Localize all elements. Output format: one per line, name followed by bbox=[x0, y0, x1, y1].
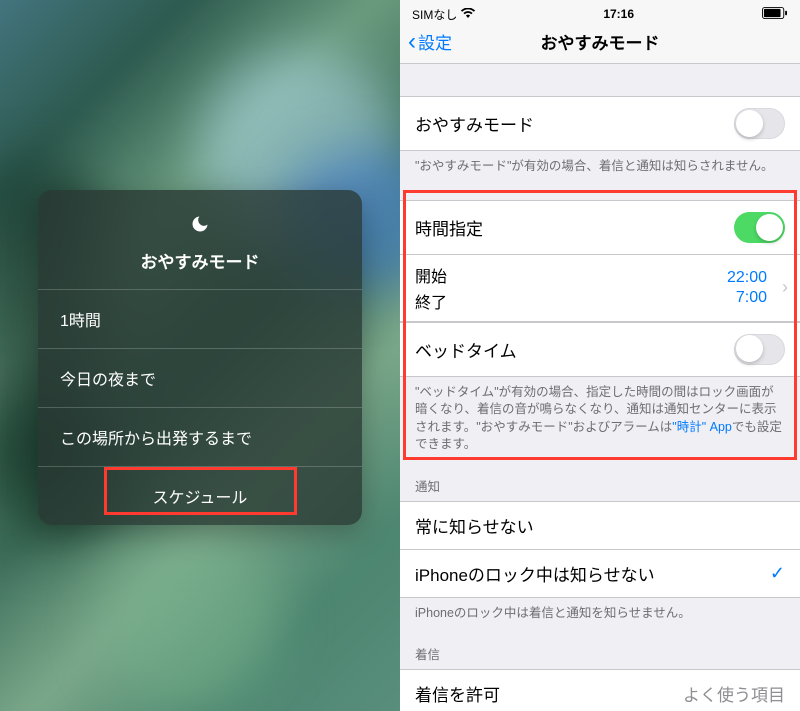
nav-title: おやすみモード bbox=[541, 29, 660, 54]
dnd-label: おやすみモード bbox=[415, 111, 534, 136]
allow-calls-label: 着信を許可 bbox=[415, 681, 500, 706]
nav-bar: ‹ 設定 おやすみモード bbox=[400, 20, 800, 64]
cell-silence-locked[interactable]: iPhoneのロック中は知らせない ✓ bbox=[400, 550, 800, 598]
popup-item-leave-location[interactable]: この場所から出発するまで bbox=[38, 407, 362, 466]
popup-item-schedule[interactable]: スケジュール bbox=[38, 466, 362, 525]
popup-title: おやすみモード bbox=[38, 248, 362, 273]
silence-locked-label: iPhoneのロック中は知らせない bbox=[415, 561, 655, 586]
dnd-toggle[interactable] bbox=[734, 108, 785, 139]
bedtime-footer: "ベッドタイム"が有効の場合、指定した時間の間はロック画面が暗くなり、着信の音が… bbox=[400, 377, 800, 462]
scheduled-toggle[interactable] bbox=[734, 212, 785, 243]
scheduled-label: 時間指定 bbox=[415, 215, 483, 240]
end-label: 終了 bbox=[415, 289, 447, 313]
dnd-footer: "おやすみモード"が有効の場合、着信と通知は知らされません。 bbox=[400, 151, 800, 184]
cell-dnd-toggle: おやすみモード bbox=[400, 96, 800, 151]
settings-content[interactable]: おやすみモード "おやすみモード"が有効の場合、着信と通知は知らされません。 時… bbox=[400, 64, 800, 711]
bedtime-label: ベッドタイム bbox=[415, 337, 517, 362]
status-bar: SIMなし 17:16 bbox=[400, 0, 800, 20]
control-center-panel: おやすみモード 1時間 今日の夜まで この場所から出発するまで スケジュール bbox=[0, 0, 400, 711]
bedtime-toggle[interactable] bbox=[734, 334, 785, 365]
popup-item-evening[interactable]: 今日の夜まで bbox=[38, 348, 362, 407]
chevron-right-icon: › bbox=[782, 277, 788, 298]
clock-app-link[interactable]: "時計" App bbox=[672, 420, 732, 434]
back-button[interactable]: ‹ 設定 bbox=[408, 29, 452, 54]
cell-times[interactable]: 開始 終了 22:00 7:00 › bbox=[400, 255, 800, 322]
back-label: 設定 bbox=[418, 29, 452, 54]
popup-item-1hour[interactable]: 1時間 bbox=[38, 289, 362, 348]
silence-always-label: 常に知らせない bbox=[415, 513, 534, 538]
start-time: 22:00 bbox=[727, 269, 767, 287]
chevron-left-icon: ‹ bbox=[408, 30, 416, 54]
wifi-icon bbox=[461, 7, 475, 21]
moon-icon bbox=[190, 214, 210, 240]
allow-calls-value: よく使う項目 bbox=[683, 681, 785, 706]
start-label: 開始 bbox=[415, 263, 447, 287]
call-header: 着信 bbox=[400, 630, 800, 669]
popup-header: おやすみモード bbox=[38, 190, 362, 289]
end-time: 7:00 bbox=[727, 289, 767, 307]
notify-footer: iPhoneのロック中は着信と通知を知らせません。 bbox=[400, 598, 800, 631]
settings-panel: SIMなし 17:16 ‹ 設定 おやすみモード おやすみモード "おやすみモー… bbox=[400, 0, 800, 711]
cell-bedtime: ベッドタイム bbox=[400, 322, 800, 377]
dnd-action-popup: おやすみモード 1時間 今日の夜まで この場所から出発するまで スケジュール bbox=[38, 190, 362, 525]
status-time: 17:16 bbox=[603, 7, 634, 21]
cell-scheduled: 時間指定 bbox=[400, 200, 800, 255]
notify-header: 通知 bbox=[400, 462, 800, 501]
checkmark-icon: ✓ bbox=[770, 563, 785, 584]
cell-silence-always[interactable]: 常に知らせない bbox=[400, 501, 800, 550]
cell-allow-calls[interactable]: 着信を許可 よく使う項目 bbox=[400, 669, 800, 711]
